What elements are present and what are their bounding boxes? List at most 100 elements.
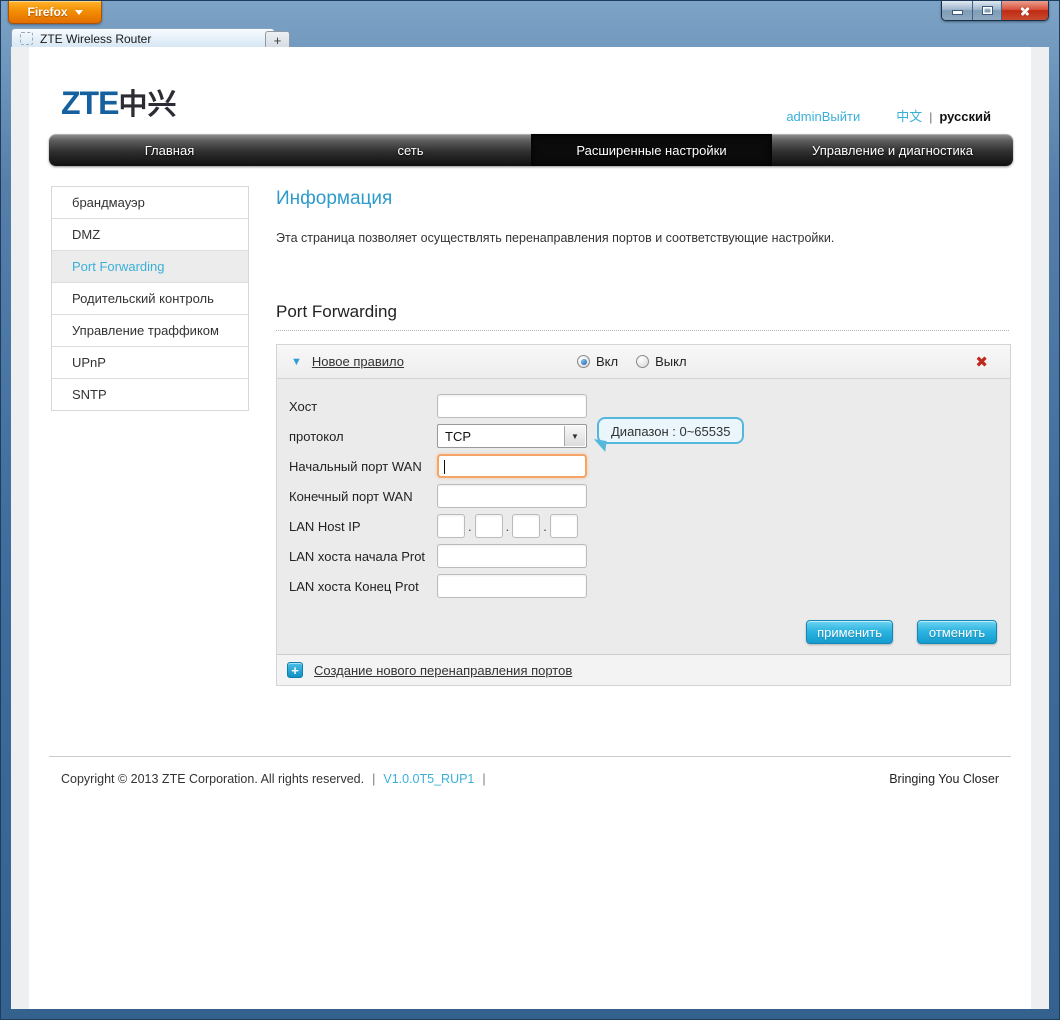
- logo-cjk-text: 中兴: [118, 89, 177, 121]
- nav-tab-advanced[interactable]: Расширенные настройки: [531, 134, 772, 166]
- browser-window: Firefox ZTE Wireless Router + ZTE中兴 admi…: [0, 0, 1060, 1020]
- radio-off-label: Выкл: [655, 354, 687, 369]
- footer-left: Copyright © 2013 ZTE Corporation. All ri…: [61, 772, 486, 786]
- form-row-wan-end: Конечный порт WAN: [277, 481, 1010, 511]
- dropdown-arrow-icon[interactable]: ▼: [564, 426, 585, 446]
- ip-octet-1-input[interactable]: [437, 514, 465, 538]
- browser-tab[interactable]: ZTE Wireless Router: [11, 28, 275, 48]
- footer-slogan: Bringing You Closer: [889, 772, 999, 786]
- maximize-icon: [981, 6, 993, 15]
- nav-tab-network[interactable]: сеть: [290, 134, 531, 166]
- close-icon: [1019, 5, 1031, 17]
- wan-end-label: Конечный порт WAN: [289, 488, 413, 504]
- logo-text: ZTE: [61, 85, 119, 121]
- window-controls: [941, 1, 1049, 21]
- wan-start-label: Начальный порт WAN: [289, 458, 422, 474]
- form-row-lan-start: LAN хоста начала Prot: [277, 541, 1010, 571]
- add-rule-link[interactable]: Создание нового перенаправления портов: [314, 663, 572, 678]
- host-label: Хост: [289, 398, 318, 414]
- range-tooltip: Диапазон : 0~65535: [597, 417, 745, 444]
- main-nav: Главная сеть Расширенные настройки Управ…: [49, 134, 1013, 166]
- wan-end-input[interactable]: [437, 484, 587, 508]
- language-russian-label: русский: [939, 109, 991, 124]
- firmware-version-link[interactable]: V1.0.0T5_RUP1: [383, 772, 474, 786]
- wan-start-input[interactable]: [437, 454, 587, 478]
- page-description: Эта страница позволяет осуществлять пере…: [276, 231, 835, 245]
- plus-icon: +: [273, 32, 282, 48]
- rule-panel-header: ▼ Новое правило Вкл Выкл ✖: [277, 345, 1010, 379]
- lan-start-label: LAN хоста начала Prot: [289, 548, 426, 564]
- page-title: Информация: [276, 188, 393, 209]
- rule-panel: ▼ Новое правило Вкл Выкл ✖ Хост протокол…: [276, 344, 1011, 686]
- section-divider: [276, 330, 1009, 331]
- radio-on-label: Вкл: [596, 354, 619, 369]
- sidebar-item-firewall[interactable]: брандмауэр: [52, 187, 248, 219]
- sidebar-item-port-forwarding[interactable]: Port Forwarding: [52, 251, 248, 283]
- radio-option-on[interactable]: Вкл: [577, 354, 618, 369]
- footer-divider: |: [482, 772, 486, 786]
- lan-ip-inputs: . . .: [437, 514, 578, 538]
- nav-tab-management[interactable]: Управление и диагностика: [772, 134, 1013, 166]
- minimize-icon: [951, 10, 963, 15]
- header-links: adminВыйти 中文 | русский: [786, 106, 991, 125]
- language-chinese-link[interactable]: 中文: [896, 106, 922, 125]
- language-divider: |: [929, 110, 933, 124]
- delete-rule-icon[interactable]: ✖: [975, 353, 988, 371]
- enable-radio-group: Вкл Выкл: [577, 354, 687, 369]
- minimize-button[interactable]: [942, 1, 973, 20]
- copyright-text: Copyright © 2013 ZTE Corporation. All ri…: [61, 772, 365, 786]
- logout-link[interactable]: adminВыйти: [786, 109, 860, 124]
- range-tooltip-text: Диапазон : 0~65535: [611, 423, 731, 439]
- ip-octet-2-input[interactable]: [474, 514, 503, 538]
- protocol-select[interactable]: TCP ▼: [437, 424, 587, 448]
- form-buttons: применить отменить: [806, 620, 997, 644]
- favicon-placeholder-icon: [20, 32, 33, 45]
- nav-tab-home[interactable]: Главная: [49, 134, 290, 166]
- tab-title: ZTE Wireless Router: [40, 31, 152, 46]
- browser-viewport: ZTE中兴 adminВыйти 中文 | русский Главная се…: [11, 47, 1049, 1009]
- lan-ip-label: LAN Host IP: [289, 518, 361, 534]
- radio-off-icon[interactable]: [636, 355, 650, 368]
- ip-dot: .: [543, 518, 547, 534]
- panel-footer: + Создание нового перенаправления портов: [277, 654, 1010, 685]
- radio-on-icon[interactable]: [577, 355, 590, 368]
- ip-octet-4-input[interactable]: [549, 514, 578, 538]
- form-row-lan-ip: LAN Host IP . . .: [277, 511, 1010, 541]
- protocol-selected-value: TCP: [445, 428, 471, 444]
- radio-option-off[interactable]: Выкл: [636, 354, 687, 369]
- lan-end-label: LAN хоста Конец Prot: [289, 578, 419, 594]
- title-bar: Firefox ZTE Wireless Router +: [1, 1, 1059, 49]
- footer-divider: |: [372, 772, 376, 786]
- ip-octet-3-input[interactable]: [512, 514, 541, 538]
- maximize-button[interactable]: [973, 1, 1002, 20]
- close-button[interactable]: [1002, 1, 1048, 20]
- section-title: Port Forwarding: [276, 302, 397, 321]
- router-page: ZTE中兴 adminВыйти 中文 | русский Главная се…: [29, 47, 1031, 1009]
- chevron-down-icon: [74, 9, 83, 15]
- sidebar-item-upnp[interactable]: UPnP: [52, 347, 248, 379]
- firefox-menu-button[interactable]: Firefox: [8, 1, 102, 24]
- rule-title-link[interactable]: Новое правило: [312, 354, 404, 369]
- apply-button[interactable]: применить: [806, 620, 893, 644]
- lan-start-input[interactable]: [437, 544, 587, 568]
- form-row-wan-start: Начальный порт WAN: [277, 451, 1010, 481]
- zte-logo: ZTE中兴: [61, 81, 176, 123]
- sidebar-item-parental-control[interactable]: Родительский контроль: [52, 283, 248, 315]
- collapse-icon[interactable]: ▼: [291, 356, 302, 368]
- text-caret: [444, 460, 445, 474]
- page-footer: Copyright © 2013 ZTE Corporation. All ri…: [49, 756, 1011, 786]
- protocol-label: протокол: [289, 428, 344, 444]
- sidebar-item-sntp[interactable]: SNTP: [52, 379, 248, 410]
- sidebar-item-dmz[interactable]: DMZ: [52, 219, 248, 251]
- main-content: Информация Эта страница позволяет осущес…: [276, 186, 1011, 806]
- lan-end-input[interactable]: [437, 574, 587, 598]
- sidebar: брандмауэр DMZ Port Forwarding Родительс…: [51, 186, 249, 411]
- form-row-lan-end: LAN хоста Конец Prot: [277, 571, 1010, 601]
- cancel-button[interactable]: отменить: [917, 620, 997, 644]
- sidebar-item-traffic-management[interactable]: Управление траффиком: [52, 315, 248, 347]
- firefox-menu-label: Firefox: [27, 5, 68, 19]
- ip-dot: .: [505, 518, 510, 534]
- add-rule-icon[interactable]: +: [287, 662, 303, 678]
- host-input[interactable]: [437, 394, 587, 418]
- rule-form: Хост протокол TCP ▼ Начальный порт WAN К…: [277, 379, 1010, 601]
